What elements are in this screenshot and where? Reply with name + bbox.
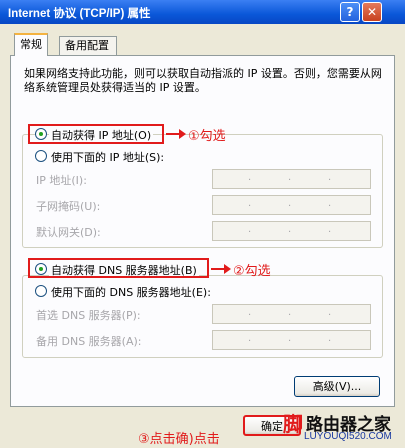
preferred-dns-label: 首选 DNS 服务器(P): [36,309,141,322]
manual-ip-label[interactable]: 使用下面的 IP 地址(S): [49,149,167,165]
ip-address-label: IP 地址(I): [36,174,87,187]
tab-alternate-config[interactable]: 备用配置 [59,36,117,55]
step3-annotation: ③点击确)点击 [138,432,220,447]
watermark-url: LUYOUQI520.COM [304,431,392,442]
step1-annotation: ①勾选 [188,129,226,144]
help-button[interactable]: ? [340,2,360,22]
auto-dns-highlight [28,258,209,278]
advanced-button[interactable]: 高级(V)... [294,376,380,397]
ip-address-field[interactable]: ... [212,169,371,189]
default-gateway-field[interactable]: ... [212,221,371,241]
alternate-dns-label: 备用 DNS 服务器(A): [36,335,142,348]
step2-arrow [211,264,231,274]
subnet-mask-label: 子网掩码(U): [36,200,101,213]
step2-annotation: ②勾选 [233,264,271,279]
manual-ip-radio[interactable] [35,150,47,162]
manual-dns-label[interactable]: 使用下面的 DNS 服务器地址(E): [49,284,213,300]
subnet-mask-field[interactable]: ... [212,195,371,215]
alternate-dns-field[interactable]: ... [212,330,371,350]
tab-general[interactable]: 常规 [14,33,48,56]
description-text: 如果网络支持此功能，则可以获取自动指派的 IP 设置。否则，您需要从网络系统管理… [24,67,382,94]
window-title: Internet 协议 (TCP/IP) 属性 [8,8,151,20]
close-button[interactable]: ✕ [362,2,382,22]
manual-dns-radio[interactable] [35,285,47,297]
title-bar: Internet 协议 (TCP/IP) 属性 ? ✕ [0,0,405,24]
default-gateway-label: 默认网关(D): [36,226,101,239]
step1-arrow [166,129,186,139]
watermark-mark: 脚 [283,412,303,436]
auto-ip-highlight [28,124,164,144]
preferred-dns-field[interactable]: ... [212,304,371,324]
